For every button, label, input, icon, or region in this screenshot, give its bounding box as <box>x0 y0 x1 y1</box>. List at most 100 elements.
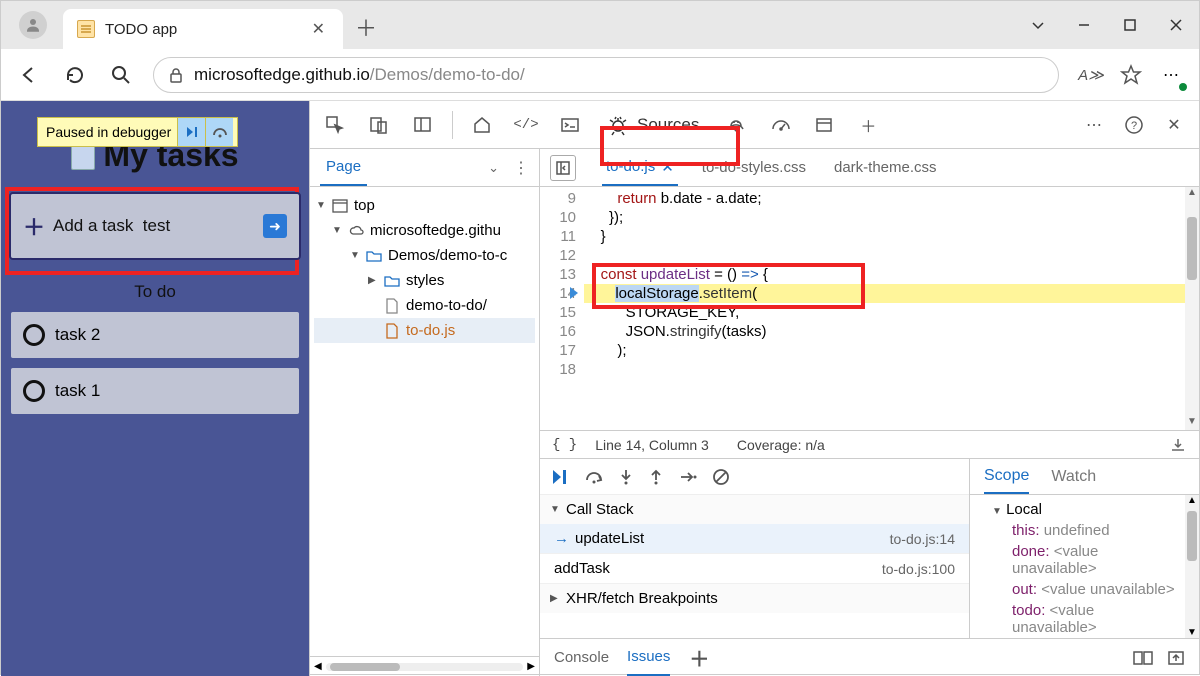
elements-tab-icon[interactable]: </> <box>511 110 541 140</box>
deactivate-breakpoints-icon[interactable] <box>712 468 730 486</box>
vertical-scrollbar[interactable]: ▲ ▼ <box>1185 187 1199 430</box>
sources-tab[interactable]: Sources <box>599 101 707 148</box>
tab-title: TODO app <box>105 21 298 38</box>
drawer-tabs: Console Issues ＋ <box>540 638 1199 676</box>
step-into-icon[interactable] <box>618 468 634 486</box>
maximize-button[interactable] <box>1107 7 1153 43</box>
lock-icon <box>168 67 184 83</box>
page-preview: Paused in debugger My tasks ＋ Add a task… <box>1 101 309 676</box>
task-checkbox[interactable] <box>23 324 45 346</box>
file-tab-dark-theme[interactable]: dark-theme.css <box>830 149 941 186</box>
svg-text:?: ? <box>1131 120 1137 132</box>
new-tab-button[interactable]: ＋ <box>349 11 383 43</box>
file-tree[interactable]: ▼top ▼microsoftedge.githu ▼Demos/demo-to… <box>310 187 539 656</box>
folder-icon <box>366 248 382 264</box>
step-out-icon[interactable] <box>648 468 664 486</box>
search-icon[interactable] <box>107 61 135 89</box>
expand-drawer-icon[interactable] <box>1133 650 1153 666</box>
cursor-position: Line 14, Column 3 <box>595 437 709 453</box>
coverage-status: Coverage: n/a <box>737 437 825 453</box>
page-subtab[interactable]: Page <box>320 149 367 186</box>
paused-label: Paused in debugger <box>46 124 171 140</box>
more-tabs-button[interactable]: ＋ <box>853 110 883 140</box>
performance-tab-icon[interactable] <box>765 110 795 140</box>
inspect-element-icon[interactable] <box>320 110 350 140</box>
address-bar[interactable]: microsoftedge.github.io/Demos/demo-to-do… <box>153 57 1059 93</box>
folder-icon <box>384 273 400 289</box>
task-label: task 1 <box>55 381 100 401</box>
call-stack-header[interactable]: ▼Call Stack <box>540 495 969 524</box>
xhr-breakpoints-header[interactable]: ▶XHR/fetch Breakpoints <box>540 584 969 613</box>
window-icon <box>332 198 348 214</box>
open-file-tabs: to-do.js✕ to-do-styles.css dark-theme.cs… <box>540 149 1199 187</box>
debugger-controls <box>540 459 969 495</box>
close-devtools-button[interactable]: ✕ <box>1159 110 1189 140</box>
profile-avatar[interactable] <box>19 11 47 39</box>
resume-button[interactable] <box>177 118 205 146</box>
task-checkbox[interactable] <box>23 380 45 402</box>
bug-icon <box>607 114 629 136</box>
braces-icon[interactable]: { } <box>552 437 577 453</box>
scope-scrollbar[interactable]: ▲ ▼ <box>1185 495 1199 638</box>
collapse-drawer-icon[interactable] <box>1167 650 1185 666</box>
back-button[interactable] <box>15 61 43 89</box>
submit-task-button[interactable]: ➜ <box>263 214 287 238</box>
chevron-down-icon[interactable] <box>1015 7 1061 43</box>
task-row[interactable]: task 1 <box>11 368 299 414</box>
network-tab-icon[interactable] <box>721 110 751 140</box>
kebab-menu-icon[interactable]: ⋮ <box>513 158 529 178</box>
horizontal-scrollbar[interactable]: ◀ ▶ <box>310 656 539 676</box>
clipboard-icon <box>77 20 95 38</box>
close-icon[interactable]: ✕ <box>661 158 674 176</box>
step-over-button[interactable] <box>205 118 233 146</box>
more-tools-icon[interactable]: ⋯ <box>1079 110 1109 140</box>
add-task-card[interactable]: ＋ Add a task test ➜ <box>9 192 301 260</box>
file-icon <box>384 298 400 314</box>
file-tab-styles[interactable]: to-do-styles.css <box>698 149 810 186</box>
favorite-icon[interactable] <box>1117 61 1145 89</box>
toggle-navigator-button[interactable] <box>550 155 576 181</box>
dock-side-icon[interactable] <box>408 110 438 140</box>
resume-icon[interactable] <box>550 468 570 486</box>
step-over-icon[interactable] <box>584 468 604 486</box>
task-label: task 2 <box>55 325 100 345</box>
console-tab-icon[interactable] <box>555 110 585 140</box>
sources-file-tree-panel: Page ⌄ ⋮ ▼top ▼microsoftedge.githu ▼Demo… <box>310 149 540 676</box>
close-tab-button[interactable]: ✕ <box>308 15 329 43</box>
chevron-down-icon[interactable]: ⌄ <box>488 160 499 176</box>
url-host: microsoftedge.github.io <box>194 65 370 84</box>
cloud-icon <box>348 223 364 239</box>
file-tab-todo-js[interactable]: to-do.js✕ <box>602 149 678 186</box>
console-drawer-tab[interactable]: Console <box>554 639 609 676</box>
task-row[interactable]: task 2 <box>11 312 299 358</box>
scope-tab[interactable]: Scope <box>984 459 1029 494</box>
watch-tab[interactable]: Watch <box>1051 459 1096 494</box>
step-icon[interactable] <box>678 468 698 486</box>
window-controls <box>1015 7 1199 43</box>
url-toolbar: microsoftedge.github.io/Demos/demo-to-do… <box>1 49 1199 101</box>
scope-tree[interactable]: ▼ Local this: undefined done: <value una… <box>970 495 1185 638</box>
minimize-button[interactable] <box>1061 7 1107 43</box>
menu-button[interactable]: ⋯ <box>1157 61 1185 89</box>
code-editor-panel: to-do.js✕ to-do-styles.css dark-theme.cs… <box>540 149 1199 676</box>
add-task-label: Add a task test <box>53 216 255 236</box>
browser-tab[interactable]: TODO app ✕ <box>63 9 343 49</box>
download-icon[interactable] <box>1169 437 1187 453</box>
add-drawer-tab-button[interactable]: ＋ <box>688 647 710 669</box>
plus-icon: ＋ <box>23 215 45 237</box>
call-stack-frame[interactable]: addTaskto-do.js:100 <box>540 554 969 584</box>
titlebar: TODO app ✕ ＋ <box>1 1 1199 49</box>
read-aloud-icon[interactable]: A≫ <box>1077 61 1105 89</box>
file-icon <box>384 323 400 339</box>
application-tab-icon[interactable] <box>809 110 839 140</box>
url-path: /Demos/demo-to-do/ <box>370 65 525 84</box>
refresh-button[interactable] <box>61 61 89 89</box>
device-emulation-icon[interactable] <box>364 110 394 140</box>
code-lines[interactable]: return b.date - a.date; }); } const upda… <box>584 187 1185 430</box>
issues-drawer-tab[interactable]: Issues <box>627 639 670 676</box>
call-stack-frame[interactable]: updateListto-do.js:14 <box>540 524 969 554</box>
close-window-button[interactable] <box>1153 7 1199 43</box>
help-icon[interactable]: ? <box>1119 110 1149 140</box>
welcome-tab-icon[interactable] <box>467 110 497 140</box>
line-gutter[interactable]: 9101112131415161718 <box>540 187 584 430</box>
